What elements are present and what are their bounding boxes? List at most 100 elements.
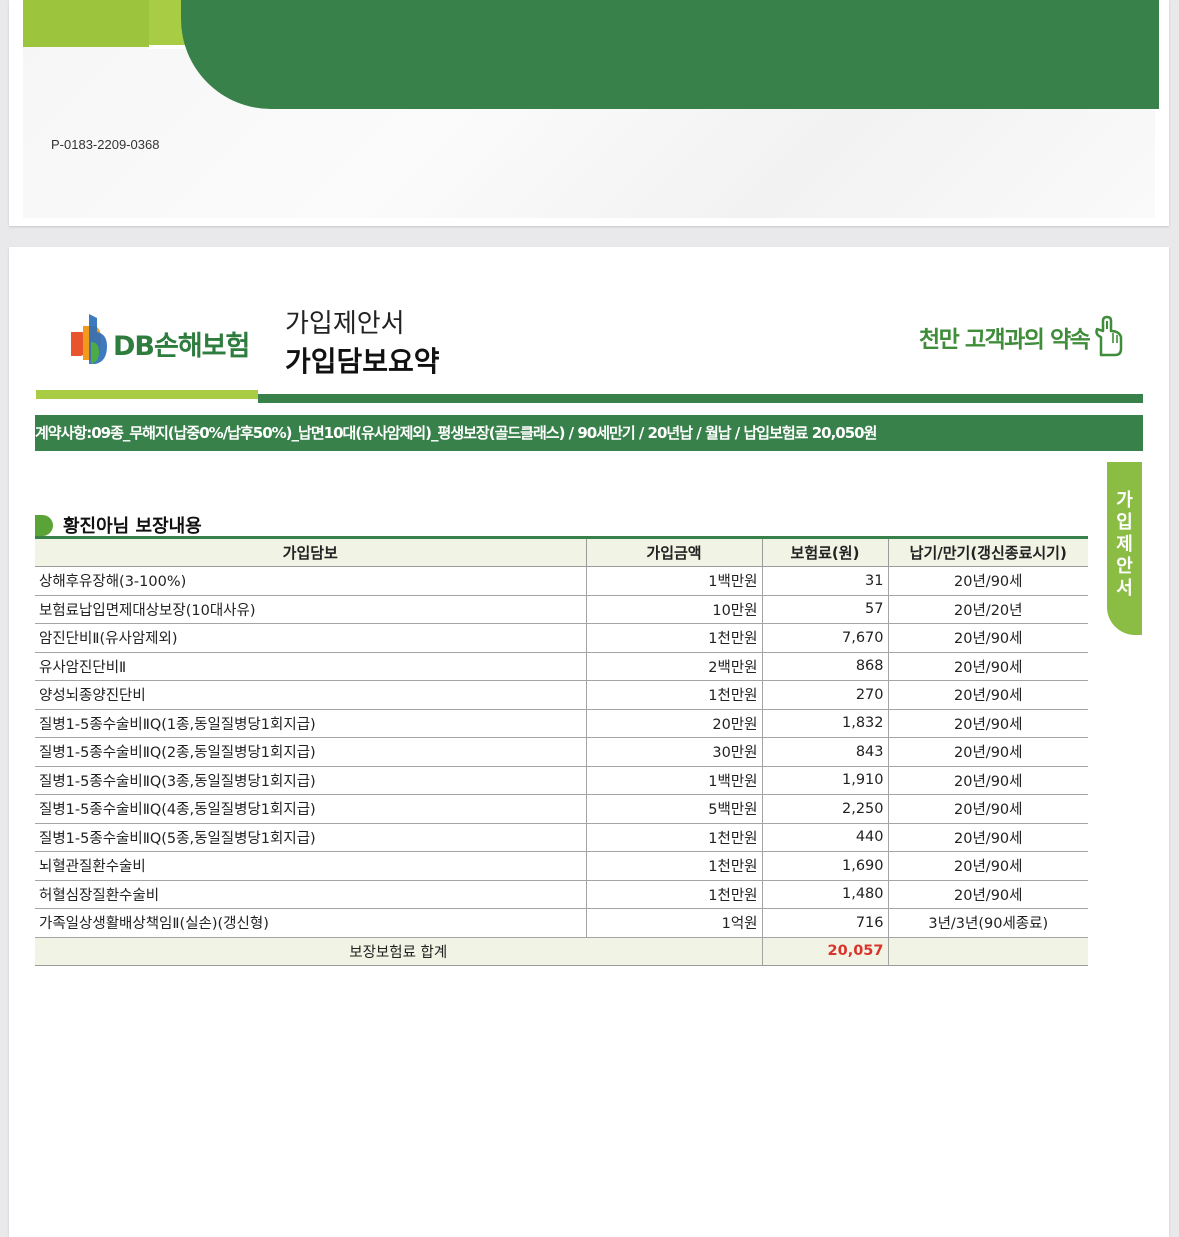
coverage-name: 질병1-5종수술비ⅡQ(5종,동일질병당1회지급)	[35, 823, 586, 852]
coverage-name: 질병1-5종수술비ⅡQ(1종,동일질병당1회지급)	[35, 709, 586, 738]
table-row: 질병1-5종수술비ⅡQ(3종,동일질병당1회지급) 1백만원 1,910 20년/90…	[35, 766, 1088, 795]
coverage-amount: 2백만원	[585, 652, 762, 681]
total-empty-cell	[887, 937, 1088, 966]
total-label: 보장보험료 합계	[35, 937, 762, 966]
premium: 1,910	[761, 766, 888, 795]
coverage-name: 질병1-5종수술비ⅡQ(3종,동일질병당1회지급)	[35, 766, 586, 795]
coverage-amount: 1천만원	[585, 623, 762, 653]
premium: 57	[761, 595, 888, 624]
side-tab-char: 가	[1116, 490, 1133, 511]
db-logo-mark-icon	[71, 314, 107, 364]
table-row: 허혈심장질환수술비 1천만원 1,480 20년/90세	[35, 880, 1088, 909]
section-title-text: 황진아님 보장내용	[63, 516, 202, 537]
premium: 7,670	[761, 623, 888, 653]
payment-term: 20년/90세	[887, 851, 1088, 881]
column-header-premium: 보험료(원)	[761, 536, 888, 567]
coverage-amount: 1천만원	[585, 823, 762, 852]
document-subtitle: 가입제안서	[285, 309, 405, 339]
contract-summary-bar: 계약사항:09종_무해지(납중0%/납후50%)_납면10대(유사암제외)_평생…	[35, 415, 1143, 451]
side-tab-char: 서	[1116, 578, 1133, 599]
coverage-name: 암진단비Ⅱ(유사암제외)	[35, 623, 586, 653]
table-row: 질병1-5종수술비ⅡQ(5종,동일질병당1회지급) 1천만원 440 20년/90세	[35, 823, 1088, 852]
coverage-amount: 1천만원	[585, 880, 762, 909]
previous-page: P-0183-2209-0368	[9, 0, 1169, 226]
payment-term: 20년/90세	[887, 880, 1088, 909]
coverage-name: 보험료납입면제대상보장(10대사유)	[35, 595, 586, 624]
coverage-name: 양성뇌종양진단비	[35, 680, 586, 710]
total-premium: 20,057	[761, 937, 888, 966]
payment-term: 20년/20년	[887, 595, 1088, 624]
table-row: 보험료납입면제대상보장(10대사유) 10만원 57 20년/20년	[35, 595, 1088, 624]
side-tab-char: 제	[1116, 534, 1133, 555]
table-body: 상해후유장해(3-100%) 1백만원 31 20년/90세 보험료납입면제대상보장(1…	[35, 566, 1088, 966]
side-tab-char: 입	[1116, 512, 1133, 533]
db-logo: DB손해보험	[67, 312, 267, 368]
coverage-name: 뇌혈관질환수술비	[35, 851, 586, 881]
premium: 1,690	[761, 851, 888, 881]
coverage-amount: 30만원	[585, 737, 762, 767]
column-header-term: 납기/만기(갱신종료시기)	[887, 536, 1088, 567]
premium: 1,480	[761, 880, 888, 909]
coverage-name: 가족일상생활배상책임Ⅱ(실손)(갱신형)	[35, 908, 586, 938]
coverage-amount: 10만원	[585, 595, 762, 624]
payment-term: 20년/90세	[887, 794, 1088, 824]
table-row: 질병1-5종수술비ⅡQ(4종,동일질병당1회지급) 5백만원 2,250 20년/90…	[35, 794, 1088, 824]
premium: 270	[761, 680, 888, 710]
section-bullet-icon	[35, 514, 53, 536]
premium: 31	[761, 566, 888, 596]
logo-brand-text: DB손해보험	[113, 331, 250, 362]
payment-term: 20년/90세	[887, 623, 1088, 653]
coverage-amount: 1백만원	[585, 566, 762, 596]
premium: 2,250	[761, 794, 888, 824]
table-row: 가족일상생활배상책임Ⅱ(실손)(갱신형) 1억원 716 3년/3년(90세종료)	[35, 908, 1088, 938]
premium: 843	[761, 737, 888, 767]
total-row: 보장보험료 합계 20,057	[35, 937, 1088, 966]
coverage-amount: 1억원	[585, 908, 762, 938]
table-header-row: 가입담보 가입금액 보험료(원) 납기/만기(갱신종료시기)	[35, 536, 1088, 567]
coverage-table: 가입담보 가입금액 보험료(원) 납기/만기(갱신종료시기) 상해후유장해(3-…	[35, 536, 1088, 966]
table-row: 양성뇌종양진단비 1천만원 270 20년/90세	[35, 680, 1088, 710]
payment-term: 20년/90세	[887, 680, 1088, 710]
section-title: 황진아님 보장내용	[35, 512, 202, 538]
page-title: 가입담보요약	[285, 345, 440, 378]
coverage-amount: 20만원	[585, 709, 762, 738]
payment-term: 3년/3년(90세종료)	[887, 908, 1088, 938]
coverage-name: 질병1-5종수술비ⅡQ(2종,동일질병당1회지급)	[35, 737, 586, 767]
payment-term: 20년/90세	[887, 823, 1088, 852]
coverage-amount: 1백만원	[585, 766, 762, 795]
premium: 1,832	[761, 709, 888, 738]
promise-hand-icon	[1095, 315, 1123, 357]
coverage-amount: 1천만원	[585, 851, 762, 881]
table-row: 상해후유장해(3-100%) 1백만원 31 20년/90세	[35, 566, 1088, 596]
coverage-name: 질병1-5종수술비ⅡQ(4종,동일질병당1회지급)	[35, 794, 586, 824]
table-row: 질병1-5종수술비ⅡQ(1종,동일질병당1회지급) 20만원 1,832 20년/90…	[35, 709, 1088, 738]
premium: 716	[761, 908, 888, 938]
slogan-text: 천만 고객과의 약속	[919, 327, 1091, 353]
coverage-table-wrap: 가입담보 가입금액 보험료(원) 납기/만기(갱신종료시기) 상해후유장해(3-…	[35, 536, 1088, 966]
payment-term: 20년/90세	[887, 766, 1088, 795]
premium: 868	[761, 652, 888, 681]
header-rule-lime	[36, 390, 258, 399]
side-tab-char: 안	[1116, 556, 1133, 577]
coverage-amount: 5백만원	[585, 794, 762, 824]
table-row: 뇌혈관질환수술비 1천만원 1,690 20년/90세	[35, 851, 1088, 881]
table-row: 유사암진단비Ⅱ 2백만원 868 20년/90세	[35, 652, 1088, 681]
payment-term: 20년/90세	[887, 737, 1088, 767]
column-header-amount: 가입금액	[585, 536, 762, 567]
coverage-name: 상해후유장해(3-100%)	[35, 566, 586, 596]
green-banner	[181, 0, 1159, 109]
coverage-name: 유사암진단비Ⅱ	[35, 652, 586, 681]
table-row: 질병1-5종수술비ⅡQ(2종,동일질병당1회지급) 30만원 843 20년/90세	[35, 737, 1088, 767]
column-header-coverage: 가입담보	[35, 536, 586, 567]
proposal-page: DB손해보험 가입제안서 가입담보요약 천만 고객과의 약속 계약사항:09종_…	[9, 247, 1169, 1237]
table-row: 암진단비Ⅱ(유사암제외) 1천만원 7,670 20년/90세	[35, 623, 1088, 653]
payment-term: 20년/90세	[887, 566, 1088, 596]
payment-term: 20년/90세	[887, 652, 1088, 681]
slogan: 천만 고객과의 약속	[919, 315, 1125, 357]
coverage-name: 허혈심장질환수술비	[35, 880, 586, 909]
document-number: P-0183-2209-0368	[51, 137, 160, 152]
coverage-amount: 1천만원	[585, 680, 762, 710]
premium: 440	[761, 823, 888, 852]
header-rule-green	[258, 394, 1143, 403]
side-tab-proposal[interactable]: 가 입 제 안 서	[1107, 462, 1142, 635]
